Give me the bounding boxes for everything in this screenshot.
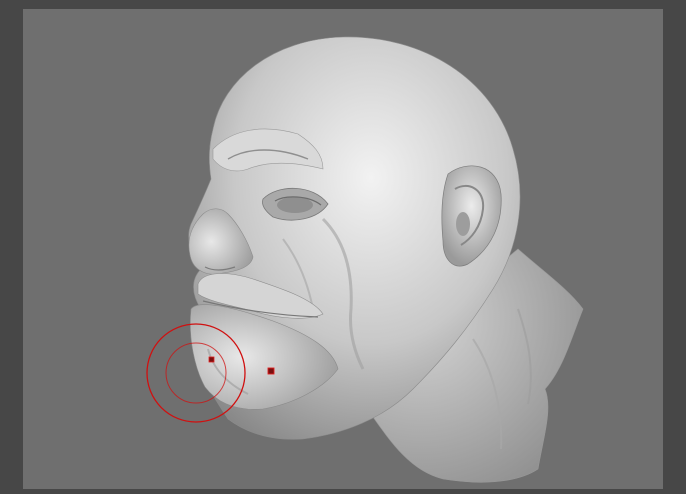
sculpt-viewport[interactable] xyxy=(23,9,663,489)
brush-marker-primary[interactable] xyxy=(208,356,215,363)
brush-marker-secondary[interactable] xyxy=(267,367,275,375)
application-frame xyxy=(0,0,686,494)
viewport-canvas[interactable] xyxy=(23,9,663,489)
